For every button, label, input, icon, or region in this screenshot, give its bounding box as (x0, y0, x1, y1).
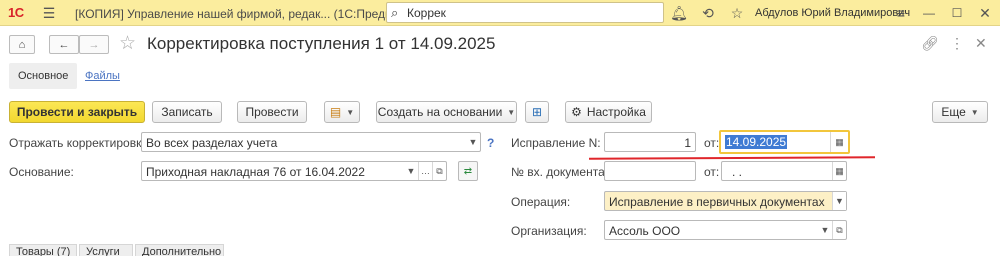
settings-button[interactable]: ⚙ Настройка (565, 101, 652, 123)
minimize-icon[interactable]: — (919, 3, 939, 23)
print-icon: ▤ (329, 105, 342, 119)
home-icon: ⌂ (18, 38, 26, 51)
post-and-close-button[interactable]: Провести и закрыть (9, 101, 145, 123)
settings-label: Настройка (586, 105, 646, 119)
open-icon[interactable]: ⧉ (832, 221, 846, 239)
arrow-right-icon: → (88, 38, 100, 51)
arrow-left-icon: ← (58, 38, 70, 51)
reflect-value: Во всех разделах учета (146, 136, 278, 150)
user-name[interactable]: Абдулов Юрий Владимирович (755, 7, 910, 19)
save-button[interactable]: Записать (152, 101, 222, 123)
more-label: Еще (941, 105, 966, 119)
select-ellipsis-icon[interactable]: … (418, 162, 432, 180)
fix-number-label: Исправление N: (511, 136, 601, 150)
document-title: Корректировка поступления 1 от 14.09.202… (147, 34, 496, 53)
close-form-icon[interactable]: ✕ (975, 35, 987, 52)
tab-files[interactable]: Файлы (85, 70, 120, 82)
structure-button[interactable]: ⊞ (525, 101, 549, 123)
tab-services[interactable]: Услуги (79, 244, 133, 256)
chevron-down-icon[interactable]: ▼ (404, 162, 418, 180)
print-menu-button[interactable]: ▤ ▼ (324, 101, 360, 123)
link-icon[interactable]: 🔗︎ (921, 35, 939, 52)
refill-button[interactable]: ⇄ (458, 161, 478, 181)
more-vertical-icon[interactable]: ⋮ (950, 35, 964, 52)
fix-number-value: 1 (684, 136, 691, 150)
calendar-icon[interactable]: ▦ (830, 132, 848, 152)
maximize-icon[interactable]: ☐ (947, 3, 967, 23)
help-link[interactable]: ? (487, 136, 494, 150)
fix-date-label: от: (704, 136, 720, 150)
operation-field[interactable]: Исправление в первичных документах ▼ (604, 191, 847, 211)
settings-icon[interactable]: ≡ (891, 3, 911, 23)
organization-field[interactable]: Ассоль ООО ▼ ⧉ (604, 220, 847, 240)
more-button[interactable]: Еще ▼ (932, 101, 988, 123)
operation-label: Операция: (511, 195, 571, 209)
organization-label: Организация: (511, 224, 587, 238)
fix-date-field[interactable]: 14.09.2025 ▦ (719, 130, 850, 154)
back-button[interactable]: ← (49, 35, 79, 54)
create-based-on-button[interactable]: Создать на основании ▼ (376, 101, 517, 123)
reflect-field[interactable]: Во всех разделах учета ▼ (141, 132, 481, 152)
tab-goods[interactable]: Товары (7) (9, 244, 77, 256)
calendar-icon[interactable]: ▦ (832, 162, 846, 180)
refill-icon: ⇄ (463, 165, 473, 177)
chevron-down-icon[interactable]: ▼ (818, 221, 832, 239)
star-icon[interactable]: ☆ (727, 3, 747, 23)
chevron-down-icon[interactable]: ▼ (832, 192, 846, 210)
fix-number-field[interactable]: 1 (604, 132, 696, 152)
base-label: Основание: (9, 165, 74, 179)
post-button[interactable]: Провести (237, 101, 307, 123)
close-icon[interactable]: ✕ (975, 3, 995, 23)
incoming-date-label: от: (704, 165, 720, 179)
operation-value: Исправление в первичных документах (609, 195, 825, 209)
incoming-doc-field[interactable] (604, 161, 696, 181)
favorite-star-icon[interactable]: ☆ (119, 32, 136, 55)
search-field[interactable]: ⌕ Коррек (386, 2, 664, 23)
base-field[interactable]: Приходная накладная 76 от 16.04.2022 ▼ …… (141, 161, 447, 181)
structure-icon: ⊞ (531, 105, 543, 119)
search-icon: ⌕ (391, 5, 399, 20)
fix-date-value: 14.09.2025 (725, 135, 788, 149)
app-logo: 1С (8, 5, 24, 20)
fix-date-selection: 14.09.2025 (725, 135, 788, 149)
incoming-doc-label: № вх. документа: (511, 165, 609, 179)
home-button[interactable]: ⌂ (9, 35, 35, 54)
open-icon[interactable]: ⧉ (432, 162, 446, 180)
tab-main[interactable]: Основное (9, 63, 78, 89)
forward-button[interactable]: → (79, 35, 109, 54)
incoming-date-value: . . (732, 165, 743, 179)
incoming-date-field[interactable]: . . ▦ (721, 161, 847, 181)
chevron-down-icon[interactable]: ▼ (466, 133, 480, 151)
create-based-label: Создать на основании (377, 105, 503, 119)
reflect-label: Отражать корректировку: (9, 136, 151, 150)
organization-value: Ассоль ООО (609, 224, 681, 238)
base-value: Приходная накладная 76 от 16.04.2022 (146, 165, 365, 179)
window-title: [КОПИЯ] Управление нашей фирмой, редак..… (75, 7, 435, 21)
menu-icon[interactable]: ☰ (39, 3, 59, 23)
annotation-underline (588, 156, 876, 160)
search-value: Коррек (407, 6, 446, 20)
gear-icon: ⚙ (571, 105, 582, 119)
history-icon[interactable]: ⟲ (698, 3, 718, 23)
title-bar: 1С ☰ [КОПИЯ] Управление нашей фирмой, ре… (0, 0, 1000, 26)
tab-additional[interactable]: Дополнительно (135, 244, 224, 256)
bell-icon[interactable]: 🔔︎ (669, 3, 689, 23)
